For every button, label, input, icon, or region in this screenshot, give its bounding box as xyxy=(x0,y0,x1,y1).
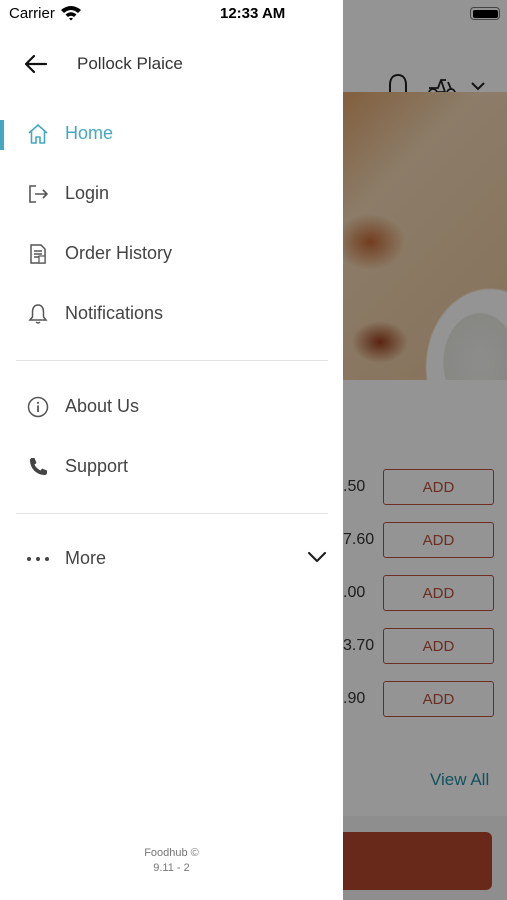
menu-item-notifications[interactable]: Notifications xyxy=(0,286,343,342)
bell-icon xyxy=(26,302,50,326)
menu-item-about-us[interactable]: About Us xyxy=(0,379,343,435)
chevron-down-icon[interactable] xyxy=(306,549,328,570)
drawer-header: Pollock Plaice xyxy=(0,40,343,88)
menu-item-support[interactable]: Support xyxy=(0,439,343,495)
status-time: 12:33 AM xyxy=(220,5,286,22)
arrow-left-icon xyxy=(24,54,48,74)
status-bar: Carrier 12:33 AM xyxy=(0,0,507,28)
receipt-icon xyxy=(26,242,50,266)
copyright-text: Foodhub © xyxy=(144,847,199,859)
menu-item-label: Support xyxy=(65,456,129,476)
navigation-drawer: Pollock Plaice Home Login Order History … xyxy=(0,0,343,900)
app-footer: Foodhub © 9.11 - 2 xyxy=(0,846,343,876)
menu-item-label: More xyxy=(65,548,107,568)
wifi-icon xyxy=(60,5,82,26)
menu-item-label: Notifications xyxy=(65,303,164,323)
menu-item-label: Order History xyxy=(65,243,173,263)
more-dots-icon xyxy=(26,547,50,571)
home-icon xyxy=(26,122,50,146)
menu-item-home[interactable]: Home xyxy=(0,106,343,162)
menu-item-order-history[interactable]: Order History xyxy=(0,226,343,282)
menu-item-label: Login xyxy=(65,183,110,203)
phone-icon xyxy=(26,455,50,479)
version-text: 9.11 - 2 xyxy=(153,862,190,874)
back-button[interactable] xyxy=(24,50,54,78)
menu-item-label: About Us xyxy=(65,396,140,416)
info-icon xyxy=(26,395,50,419)
login-icon xyxy=(26,182,50,206)
menu-item-label: Home xyxy=(65,123,114,143)
divider xyxy=(16,360,328,361)
carrier-label: Carrier xyxy=(9,5,55,22)
restaurant-name: Pollock Plaice xyxy=(77,54,183,73)
menu-item-login[interactable]: Login xyxy=(0,166,343,222)
menu-item-more[interactable]: More xyxy=(0,531,343,587)
battery-icon xyxy=(470,7,500,20)
divider xyxy=(16,513,328,514)
